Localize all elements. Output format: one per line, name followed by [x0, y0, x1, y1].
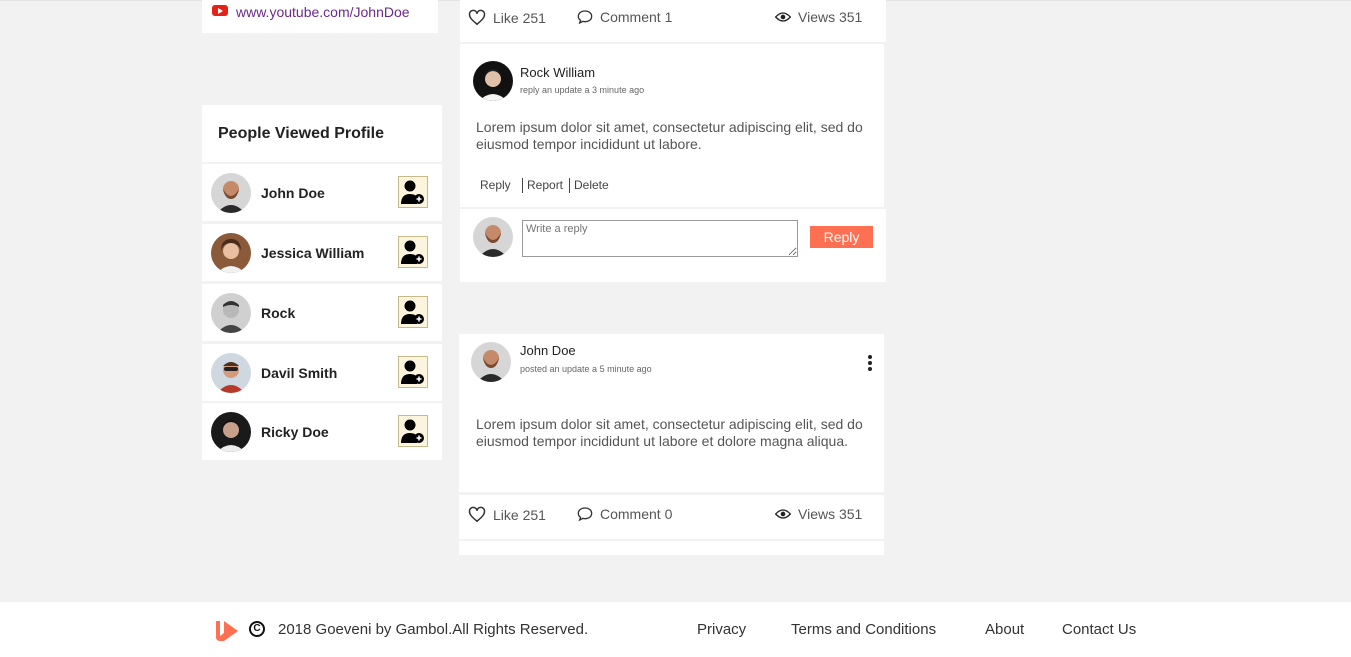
- views-count: Views 351: [798, 506, 863, 522]
- avatar[interactable]: [211, 412, 251, 452]
- add-friend-button[interactable]: [398, 296, 428, 328]
- list-item: Rock: [202, 284, 442, 341]
- footer-link-about[interactable]: About: [985, 621, 1024, 638]
- add-friend-button[interactable]: [398, 415, 428, 447]
- people-viewed-header: People Viewed Profile: [202, 105, 442, 162]
- add-user-icon: [401, 300, 424, 324]
- avatar: [473, 217, 513, 257]
- brand-logo-icon[interactable]: [214, 618, 240, 647]
- comment-count: Comment 1: [600, 9, 673, 25]
- youtube-icon: [212, 5, 228, 16]
- person-name[interactable]: Jessica William: [261, 245, 364, 261]
- post-text: Lorem ipsum dolor sit amet, consectetur …: [476, 416, 863, 449]
- person-name[interactable]: Davil Smith: [261, 365, 337, 381]
- action-divider: [569, 178, 570, 193]
- avatar[interactable]: [211, 353, 251, 393]
- comment-timestamp: reply an update a 3 minute ago: [520, 85, 645, 95]
- list-item: Ricky Doe: [202, 403, 442, 460]
- copyright-icon: C: [249, 621, 265, 637]
- more-options-icon[interactable]: [866, 355, 874, 373]
- report-link[interactable]: Report: [527, 178, 563, 192]
- views-stat: Views 351: [775, 9, 862, 25]
- like-count: Like 251: [493, 506, 546, 523]
- action-divider: [522, 178, 523, 193]
- reply-button[interactable]: Reply: [810, 226, 873, 248]
- eye-icon: [775, 12, 791, 22]
- views-stat: Views 351: [775, 506, 862, 522]
- add-friend-button[interactable]: [398, 236, 428, 268]
- list-item: Jessica William: [202, 224, 442, 281]
- comment-button[interactable]: Comment 1: [577, 9, 672, 25]
- comment-text: Lorem ipsum dolor sit amet, consectetur …: [476, 119, 863, 152]
- list-item: Davil Smith: [202, 344, 442, 401]
- like-button[interactable]: Like 251: [468, 506, 546, 523]
- post-stats-bar: Like 251 Comment 1 Views 351: [460, 0, 886, 42]
- person-name[interactable]: John Doe: [261, 185, 325, 201]
- delete-link[interactable]: Delete: [574, 178, 609, 192]
- comment-icon: [577, 507, 593, 522]
- comment-author[interactable]: Rock William: [520, 65, 595, 80]
- avatar[interactable]: [211, 173, 251, 213]
- like-button[interactable]: Like 251: [468, 9, 546, 26]
- reply-link[interactable]: Reply: [480, 178, 511, 192]
- youtube-link[interactable]: www.youtube.com/JohnDoe: [236, 4, 410, 20]
- avatar[interactable]: [473, 61, 513, 101]
- add-friend-button[interactable]: [398, 176, 428, 208]
- post-timestamp: posted an update a 5 minute ago: [520, 364, 652, 374]
- views-count: Views 351: [798, 9, 863, 25]
- reply-input[interactable]: [522, 220, 798, 257]
- heart-icon: [468, 9, 486, 26]
- comment-count: Comment 0: [600, 506, 673, 522]
- list-item: John Doe: [202, 164, 442, 221]
- social-links-card: www.youtube.com/JohnDoe: [202, 0, 438, 33]
- person-name[interactable]: Rock: [261, 305, 295, 321]
- post-author[interactable]: John Doe: [520, 343, 576, 358]
- footer-link-privacy[interactable]: Privacy: [697, 621, 746, 638]
- add-user-icon: [401, 240, 424, 264]
- comment-icon: [577, 10, 593, 25]
- footer-link-contact[interactable]: Contact Us: [1062, 621, 1136, 638]
- avatar[interactable]: [211, 293, 251, 333]
- like-count: Like 251: [493, 9, 546, 26]
- footer-link-terms[interactable]: Terms and Conditions: [791, 621, 936, 638]
- add-user-icon: [401, 180, 424, 204]
- person-name[interactable]: Ricky Doe: [261, 424, 329, 440]
- add-friend-button[interactable]: [398, 356, 428, 388]
- eye-icon: [775, 509, 791, 519]
- avatar[interactable]: [211, 233, 251, 273]
- people-viewed-title: People Viewed Profile: [218, 125, 384, 142]
- comment-button[interactable]: Comment 0: [577, 506, 672, 522]
- avatar[interactable]: [471, 342, 511, 382]
- post-stats-bar: Like 251 Comment 0 Views 351: [459, 495, 884, 539]
- heart-icon: [468, 506, 486, 523]
- add-user-icon: [401, 360, 424, 384]
- post-footer-strip: [459, 541, 884, 555]
- add-user-icon: [401, 419, 424, 443]
- footer: C 2018 Goeveni by Gambol.All Rights Rese…: [0, 602, 1351, 657]
- copyright-text: 2018 Goeveni by Gambol.All Rights Reserv…: [278, 621, 589, 638]
